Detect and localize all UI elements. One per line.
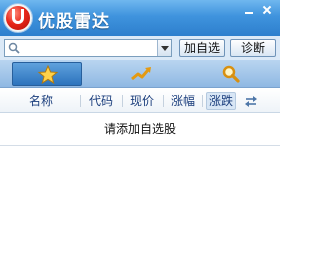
magnifier-icon [222, 65, 240, 83]
diagnose-button[interactable]: 诊断 [230, 39, 276, 57]
column-separator [202, 95, 203, 107]
column-header: 名称 代码 现价 涨幅 涨跌 [0, 89, 280, 113]
column-price[interactable]: 现价 [130, 93, 154, 109]
column-change[interactable]: 涨跌 [206, 92, 237, 110]
tab-search[interactable] [196, 62, 266, 86]
search-dropdown-button[interactable] [157, 40, 171, 56]
tab-favorites[interactable] [12, 62, 82, 86]
app-logo-icon [4, 4, 32, 32]
search-box[interactable] [4, 39, 172, 57]
column-name[interactable]: 名称 [29, 93, 53, 109]
close-button[interactable] [259, 3, 275, 17]
column-change-percent[interactable]: 涨幅 [171, 93, 195, 109]
search-row: 加自选 诊断 [0, 36, 280, 60]
tab-trend[interactable] [106, 62, 176, 86]
app-window: 优股雷达 加自选 诊断 名称 代码 现价 涨幅 涨跌 请添加自选股 [0, 0, 280, 270]
column-separator [80, 95, 81, 107]
add-watchlist-button[interactable]: 加自选 [179, 39, 225, 57]
empty-watchlist-message: 请添加自选股 [103, 122, 176, 136]
column-code[interactable]: 代码 [89, 93, 113, 109]
column-separator [163, 95, 164, 107]
toolbar-tabs [0, 60, 280, 88]
trend-arrow-icon [131, 67, 151, 81]
swap-columns-icon[interactable] [243, 93, 259, 109]
divider [0, 145, 280, 146]
column-separator [122, 95, 123, 107]
minimize-button[interactable] [241, 3, 257, 17]
star-icon [37, 65, 59, 85]
title-bar[interactable]: 优股雷达 [0, 0, 280, 36]
search-input[interactable] [22, 40, 156, 56]
app-title: 优股雷达 [38, 12, 110, 32]
search-icon [8, 42, 20, 54]
